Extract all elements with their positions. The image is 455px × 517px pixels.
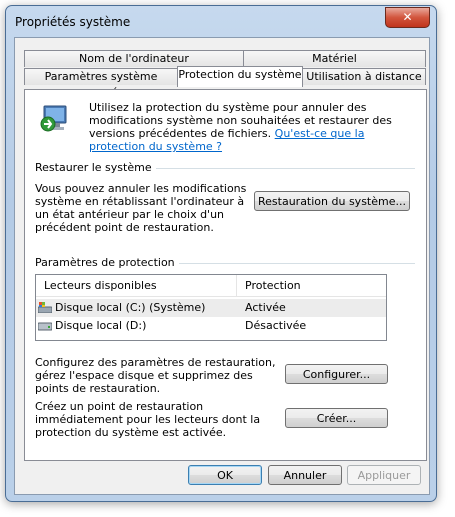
system-protection-icon bbox=[40, 105, 67, 132]
create-button[interactable]: Créer... bbox=[285, 408, 388, 428]
drive-name: Disque local (D:) bbox=[55, 319, 147, 332]
cancel-button[interactable]: Annuler bbox=[268, 465, 342, 485]
drives-list-header: Lecteurs disponibles Protection bbox=[36, 275, 386, 297]
column-protection[interactable]: Protection bbox=[245, 279, 301, 292]
create-description: Créez un point de restauration immédiate… bbox=[35, 400, 261, 439]
drive-icon bbox=[38, 322, 52, 331]
configure-description: Configurez des paramètres de restauratio… bbox=[35, 356, 276, 395]
window-title: Propriétés système bbox=[15, 15, 131, 29]
tab-advanced-system-settings[interactable]: Paramètres système avancés bbox=[24, 68, 178, 99]
restore-group-label: Restaurer le système bbox=[35, 161, 156, 174]
title-bar[interactable]: Propriétés système ✕ bbox=[6, 6, 436, 36]
system-properties-window: Propriétés système ✕ Nom de l'ordinateur… bbox=[5, 5, 437, 502]
intro-text: Utilisez la protection du système pour a… bbox=[89, 101, 419, 153]
close-button[interactable]: ✕ bbox=[385, 7, 430, 28]
system-restore-button[interactable]: Restauration du système... bbox=[254, 191, 410, 211]
system-drive-icon bbox=[38, 302, 52, 313]
column-separator[interactable] bbox=[236, 275, 237, 296]
apply-button[interactable]: Appliquer bbox=[347, 465, 421, 485]
protection-group-label: Paramètres de protection bbox=[35, 256, 179, 269]
column-available-drives[interactable]: Lecteurs disponibles bbox=[44, 279, 157, 292]
restore-description: Vous pouvez annuler les modifications sy… bbox=[35, 182, 247, 234]
system-protection-panel: Utilisez la protection du système pour a… bbox=[24, 89, 427, 461]
tab-system-protection[interactable]: Protection du système bbox=[177, 66, 303, 87]
drives-list[interactable]: Lecteurs disponibles Protection Disque l… bbox=[35, 274, 387, 341]
configure-button[interactable]: Configurer... bbox=[285, 364, 388, 384]
tab-remote-usage[interactable]: Utilisation à distance bbox=[302, 68, 426, 85]
drive-protection-status: Désactivée bbox=[245, 319, 307, 332]
drive-row-d[interactable]: Disque local (D:) Désactivée bbox=[36, 317, 386, 335]
drive-name: Disque local (C:) (Système) bbox=[55, 301, 206, 314]
drive-protection-status: Activée bbox=[245, 301, 286, 314]
tab-computer-name[interactable]: Nom de l'ordinateur bbox=[24, 50, 244, 67]
ok-button[interactable]: OK bbox=[188, 465, 262, 485]
drive-row-c[interactable]: Disque local (C:) (Système) Activée bbox=[36, 299, 386, 317]
tab-hardware[interactable]: Matériel bbox=[243, 50, 426, 67]
